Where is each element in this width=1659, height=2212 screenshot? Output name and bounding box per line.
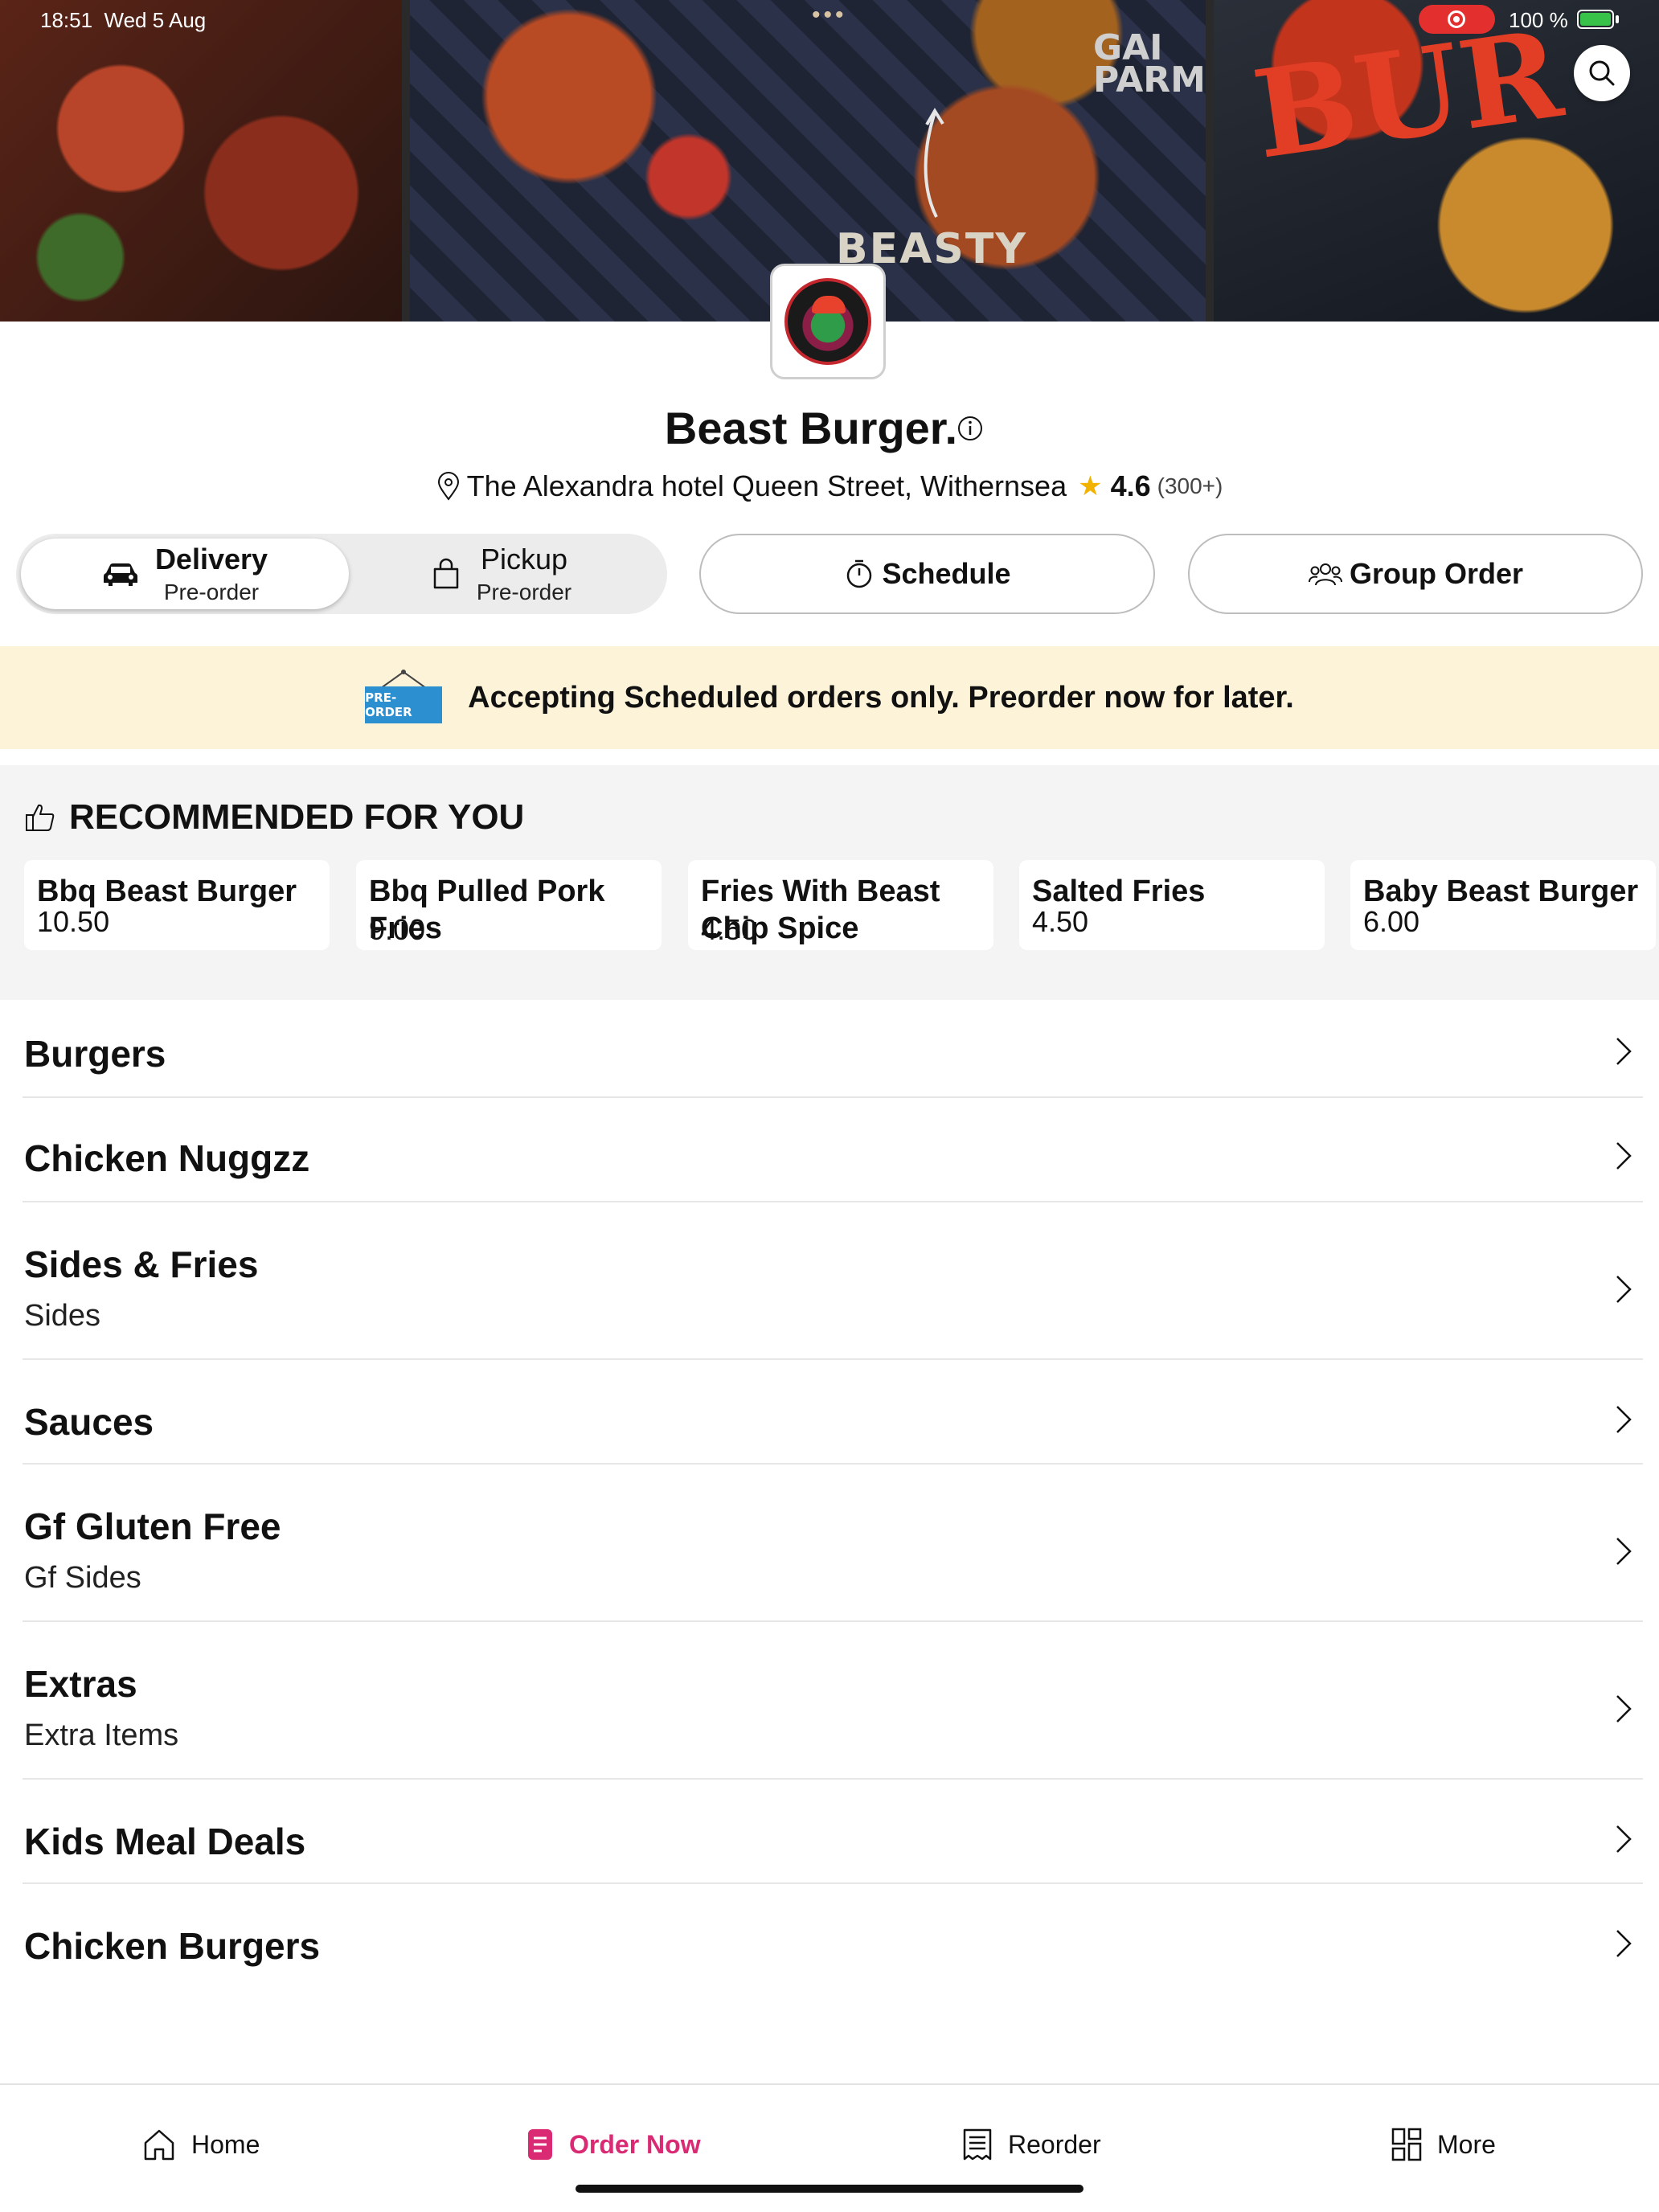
pickup-label: Pickup: [480, 543, 568, 576]
recommended-card[interactable]: Baby Beast Burger 6.00: [1350, 860, 1656, 950]
preorder-sign-icon: PRE-ORDER: [365, 669, 443, 727]
preorder-message: Accepting Scheduled orders only. Preorde…: [468, 680, 1294, 715]
category-subtitle: Gf Sides: [24, 1561, 141, 1595]
tab-order-now-label: Order Now: [569, 2129, 701, 2159]
recommended-card[interactable]: Bbq Beast Burger 10.50: [24, 860, 330, 950]
category-title: Chicken Burgers: [24, 1925, 321, 1967]
pickup-sublabel: Pre-order: [476, 580, 572, 604]
item-price: 9.00: [369, 913, 426, 946]
hero-arrow-graphic: [924, 108, 944, 218]
item-price: 4.50: [701, 913, 758, 946]
recommended-card[interactable]: Salted Fries 4.50: [1019, 860, 1325, 950]
menu-book-icon: [528, 2129, 552, 2160]
battery-icon: [1577, 10, 1614, 29]
category-row[interactable]: Chicken Nuggzz: [0, 1104, 1659, 1209]
receipt-icon: [963, 2128, 992, 2161]
category-title: Chicken Nuggzz: [24, 1137, 310, 1179]
info-icon[interactable]: [956, 415, 984, 442]
tab-more-label: More: [1437, 2129, 1496, 2159]
bottom-tab-bar: Home Order Now Reorder More: [0, 2083, 1659, 2212]
home-indicator[interactable]: [576, 2185, 1083, 2193]
chevron-right-icon: [1616, 1695, 1632, 1722]
chevron-right-icon: [1616, 1142, 1632, 1169]
category-title: Sides & Fries: [24, 1243, 259, 1285]
category-row[interactable]: Chicken Burgers: [0, 1890, 1659, 1995]
category-row[interactable]: Sides & Fries Sides: [0, 1209, 1659, 1366]
hero-panel-left: [0, 0, 402, 322]
pickup-option[interactable]: Pickup Pre-order: [338, 539, 666, 609]
logo-image: [784, 278, 871, 365]
category-row[interactable]: Burgers: [0, 1000, 1659, 1104]
rating-count: (300+): [1157, 473, 1223, 498]
category-row[interactable]: Gf Gluten Free Gf Sides: [0, 1471, 1659, 1628]
home-icon: [144, 2129, 174, 2161]
screen-record-icon: [1419, 5, 1495, 34]
location-pin-icon: [437, 472, 459, 501]
delivery-option[interactable]: Delivery Pre-order: [21, 539, 349, 609]
chevron-right-icon: [1616, 1038, 1632, 1065]
recommended-section: RECOMMENDED FOR YOU Bbq Beast Burger 10.…: [0, 765, 1659, 1000]
chevron-right-icon: [1616, 1930, 1632, 1957]
restaurant-logo: [770, 264, 886, 379]
recommended-card[interactable]: Fries With Beast Chip Spice 4.50: [688, 860, 993, 950]
category-subtitle: Extra Items: [24, 1718, 179, 1752]
chevron-right-icon: [1616, 1538, 1632, 1565]
restaurant-address-row: The Alexandra hotel Queen Street, Wither…: [0, 469, 1659, 503]
order-mode-toggle: Delivery Pre-order Pickup Pre-order: [16, 534, 667, 614]
tab-home-label: Home: [191, 2129, 260, 2159]
recommended-heading: RECOMMENDED FOR YOU: [24, 797, 524, 838]
tab-reorder[interactable]: Reorder: [961, 2127, 1101, 2162]
chevron-right-icon: [1616, 1825, 1632, 1853]
schedule-button[interactable]: Schedule: [699, 534, 1155, 614]
recommended-card[interactable]: Bbq Pulled Pork Fries 9.00: [356, 860, 662, 950]
search-button[interactable]: [1574, 45, 1630, 101]
status-bar: 18:51 Wed 5 Aug ••• 100 %: [0, 0, 1659, 39]
preorder-banner: PRE-ORDER Accepting Scheduled orders onl…: [0, 646, 1659, 749]
star-icon: ★: [1078, 471, 1103, 502]
delivery-label: Delivery: [154, 543, 268, 576]
chevron-right-icon: [1616, 1406, 1632, 1433]
category-title: Burgers: [24, 1033, 166, 1075]
grid-icon: [1391, 2128, 1422, 2161]
recommended-title: RECOMMENDED FOR YOU: [69, 797, 525, 837]
tab-reorder-label: Reorder: [1008, 2129, 1101, 2159]
car-icon: [103, 563, 137, 586]
item-price: 6.00: [1363, 905, 1420, 938]
thumbs-up-icon: [26, 804, 55, 831]
battery-percent: 100 %: [1509, 8, 1568, 32]
status-time: 18:51 Wed 5 Aug: [40, 8, 207, 32]
schedule-label: Schedule: [882, 557, 1011, 590]
category-title: Extras: [24, 1663, 137, 1705]
tab-order-now[interactable]: Order Now: [526, 2127, 701, 2162]
tab-more[interactable]: More: [1391, 2127, 1496, 2162]
rating-value: 4.6: [1110, 469, 1151, 502]
category-title: Kids Meal Deals: [24, 1821, 306, 1862]
group-icon: [1308, 563, 1342, 586]
restaurant-address: The Alexandra hotel Queen Street, Wither…: [466, 469, 1067, 502]
item-price: 10.50: [37, 905, 110, 938]
timer-icon: [847, 559, 872, 588]
category-row[interactable]: Sauces: [0, 1366, 1659, 1471]
shopping-bag-icon: [433, 558, 459, 589]
search-icon: [1589, 60, 1615, 86]
category-row[interactable]: Extras Extra Items: [0, 1628, 1659, 1786]
chevron-right-icon: [1616, 1276, 1632, 1303]
category-title: Sauces: [24, 1401, 154, 1443]
delivery-sublabel: Pre-order: [163, 580, 260, 604]
category-subtitle: Sides: [24, 1299, 101, 1333]
category-title: Gf Gluten Free: [24, 1505, 281, 1547]
hero-text-gai: GAI PARM: [1093, 27, 1206, 100]
tab-home[interactable]: Home: [141, 2127, 260, 2162]
restaurant-name: Beast Burger.: [664, 403, 958, 453]
category-row[interactable]: Kids Meal Deals: [0, 1786, 1659, 1890]
multitask-dots[interactable]: •••: [812, 2, 847, 29]
group-order-label: Group Order: [1349, 557, 1524, 590]
group-order-button[interactable]: Group Order: [1188, 534, 1643, 614]
item-price: 4.50: [1032, 905, 1089, 938]
preorder-badge-text: PRE-ORDER: [365, 686, 443, 723]
